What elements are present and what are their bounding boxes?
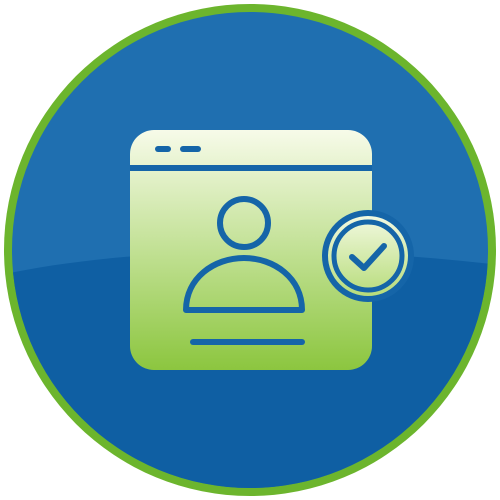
badge-fill [328,216,408,296]
verified-user-profile-icon [4,4,496,496]
icon-canvas [0,0,500,500]
checkmark-badge-icon [322,210,414,302]
